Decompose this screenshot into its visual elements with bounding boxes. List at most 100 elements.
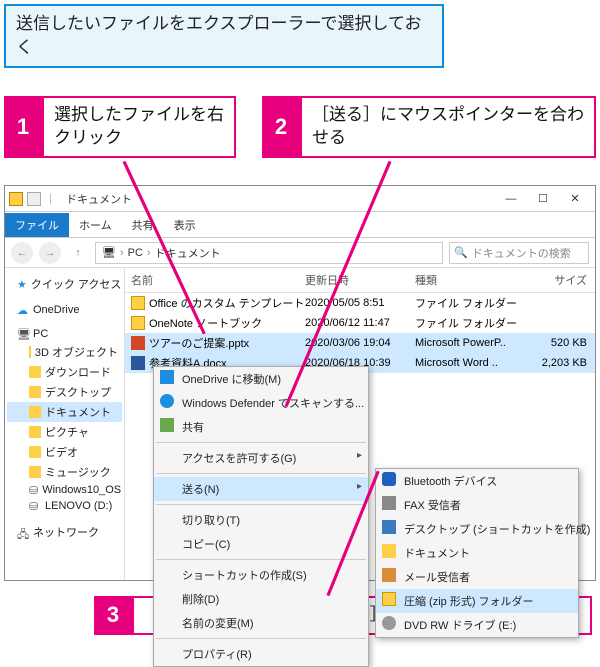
nav-pictures[interactable]: ピクチャ [7,422,122,442]
nav-back-button[interactable]: ← [11,242,33,264]
window-title: ドキュメント [66,191,132,207]
step-1-text: 選択したファイルを右クリック [42,96,236,158]
file-size: 520 KB [535,337,595,349]
file-type: ファイル フォルダー [415,295,535,311]
docx-icon [131,356,145,370]
menu-zip-folder[interactable]: 圧縮 (zip 形式) フォルダー [376,589,578,613]
menu-desktop-shortcut[interactable]: デスクトップ (ショートカットを作成) [376,517,578,541]
drive-icon: ⛁ [29,500,41,512]
nav-quick-access[interactable]: ★ クイック アクセス [7,274,122,294]
menu-separator [156,473,366,474]
breadcrumb[interactable]: 🖥 › PC › ドキュメント [95,242,443,264]
menu-rename[interactable]: 名前の変更(M) [154,611,368,635]
menu-separator [156,442,366,443]
nav-lenovo-drive[interactable]: ⛁ LENOVO (D:) [7,498,122,514]
close-button[interactable]: ✕ [559,188,591,210]
menu-cut[interactable]: 切り取り(T) [154,508,368,532]
fax-icon [382,496,396,510]
drive-icon: ⛁ [29,484,38,496]
file-date: 2020/05/05 8:51 [305,297,415,309]
explorer-window: ｜ ドキュメント — ☐ ✕ ファイル ホーム 共有 表示 ← → ↑ 🖥 › … [4,185,596,581]
menu-send-to[interactable]: 送る(N) [154,477,368,501]
nav-onedrive[interactable]: ☁OneDrive [7,302,122,318]
share-icon [160,418,174,432]
sendto-submenu: Bluetooth デバイス FAX 受信者 デスクトップ (ショートカットを作… [375,468,579,638]
menu-defender-scan[interactable]: Windows Defender でスキャンする... [154,391,368,415]
menu-share[interactable]: 共有 [154,415,368,439]
folder-icon [9,192,23,206]
col-name[interactable]: 名前 [125,272,305,288]
breadcrumb-pc-icon: 🖥 [102,246,116,259]
nav-label: ダウンロード [45,364,111,380]
nav-videos[interactable]: ビデオ [7,442,122,462]
menu-documents[interactable]: ドキュメント [376,541,578,565]
menu-properties[interactable]: プロパティ(R) [154,642,368,666]
folder-icon [29,386,41,398]
step-2: 2 ［送る］にマウスポインターを合わせる [262,96,596,158]
folder-icon [131,316,145,330]
step-3-number: 3 [94,596,132,635]
nav-desktop[interactable]: デスクトップ [7,382,122,402]
nav-pc[interactable]: 🖥 PC [7,326,122,342]
menu-delete[interactable]: 削除(D) [154,587,368,611]
table-row[interactable]: ツアーのご提案.pptx 2020/03/06 19:04 Microsoft … [125,333,595,353]
column-headers[interactable]: 名前 更新日時 種類 サイズ [125,268,595,293]
menu-separator [156,638,366,639]
nav-documents[interactable]: ドキュメント [7,402,122,422]
nav-label: ドキュメント [45,404,111,420]
nav-downloads[interactable]: ダウンロード [7,362,122,382]
intro-callout: 送信したいファイルをエクスプローラーで選択しておく [4,4,444,68]
chevron-right-icon: › [120,247,124,259]
cloud-icon: ☁ [17,304,29,316]
nav-label: PC [33,328,48,340]
menu-move-onedrive[interactable]: OneDrive に移動(M) [154,367,368,391]
nav-fwd-button[interactable]: → [39,242,61,264]
network-icon: 🖧 [17,526,29,538]
search-input[interactable]: 🔍 ドキュメントの検索 [449,242,589,264]
table-row[interactable]: Office のカスタム テンプレート 2020/05/05 8:51 ファイル… [125,293,595,313]
nav-up-button[interactable]: ↑ [67,242,89,264]
menu-mail-recipient[interactable]: メール受信者 [376,565,578,589]
folder-icon [382,544,396,558]
menu-fax[interactable]: FAX 受信者 [376,493,578,517]
star-icon: ★ [17,278,27,290]
folder-icon [29,466,41,478]
nav-label: LENOVO (D:) [45,500,112,512]
col-date[interactable]: 更新日時 [305,272,415,288]
col-size[interactable]: サイズ [535,272,595,288]
tab-file[interactable]: ファイル [5,213,69,237]
col-type[interactable]: 種類 [415,272,535,288]
nav-network[interactable]: 🖧ネットワーク [7,522,122,542]
folder-icon [29,426,41,438]
chevron-right-icon: › [147,247,151,259]
nav-label: ピクチャ [45,424,89,440]
step-1-number: 1 [4,96,42,158]
tab-view[interactable]: 表示 [164,213,206,237]
qat-icon [27,192,41,206]
nav-label: ビデオ [45,444,78,460]
mail-icon [382,568,396,582]
tab-home[interactable]: ホーム [69,213,122,237]
nav-os-drive[interactable]: ⛁Windows10_OS (C:) [7,482,122,498]
file-name: Office のカスタム テンプレート [149,295,304,311]
nav-music[interactable]: ミュージック [7,462,122,482]
breadcrumb-pc[interactable]: PC [128,247,143,259]
address-bar-row: ← → ↑ 🖥 › PC › ドキュメント 🔍 ドキュメントの検索 [5,238,595,268]
menu-separator [156,559,366,560]
pptx-icon [131,336,145,350]
titlebar: ｜ ドキュメント — ☐ ✕ [5,186,595,212]
nav-pane: ★ クイック アクセス ☁OneDrive 🖥 PC 3D オブジェクト ダウンロー… [5,268,125,580]
nav-label: クイック アクセス [31,276,122,292]
folder-icon [29,346,31,358]
nav-3d-objects[interactable]: 3D オブジェクト [7,342,122,362]
menu-grant-access[interactable]: アクセスを許可する(G) [154,446,368,470]
menu-bluetooth[interactable]: Bluetooth デバイス [376,469,578,493]
menu-copy[interactable]: コピー(C) [154,532,368,556]
folder-icon [29,366,41,378]
minimize-button[interactable]: — [495,188,527,210]
pc-icon: 🖥 [17,328,29,340]
file-date: 2020/03/06 19:04 [305,337,415,349]
maximize-button[interactable]: ☐ [527,188,559,210]
folder-icon [29,406,41,418]
menu-dvd-drive[interactable]: DVD RW ドライブ (E:) [376,613,578,637]
